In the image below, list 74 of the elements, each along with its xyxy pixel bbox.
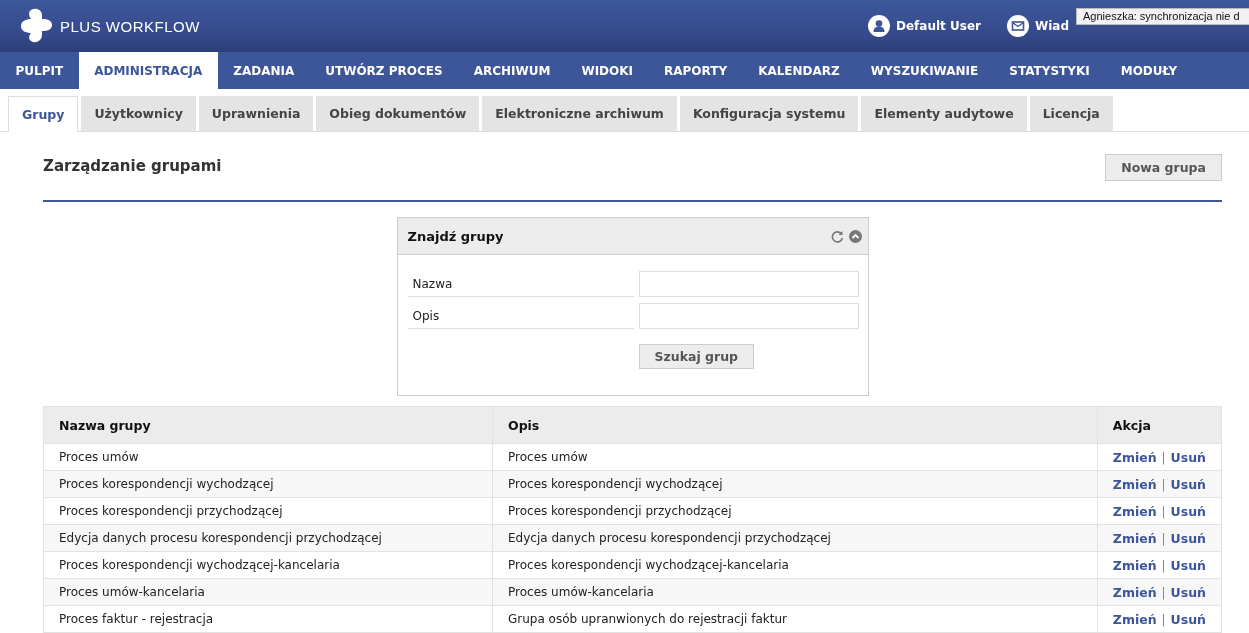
logo-text: PLUS WORKFLOW bbox=[60, 17, 200, 35]
delete-link[interactable]: Usuń bbox=[1170, 557, 1206, 573]
logo-icon bbox=[20, 8, 54, 44]
tab[interactable]: Elementy audytowe bbox=[861, 96, 1027, 131]
tab[interactable]: Konfiguracja systemu bbox=[679, 96, 859, 131]
delete-link[interactable]: Usuń bbox=[1170, 476, 1206, 492]
delete-link[interactable]: Usuń bbox=[1170, 449, 1206, 465]
table-cell: Proces korespondencji wychodzącej-kancelaria bbox=[43, 551, 493, 579]
table-cell: Proces korespondencji wychodzącej-kancelaria bbox=[492, 551, 1098, 579]
new-group-button[interactable]: Nowa grupa bbox=[1105, 153, 1222, 181]
menu-item[interactable]: RAPORTY bbox=[648, 52, 743, 89]
edit-link[interactable]: Zmień bbox=[1112, 611, 1157, 627]
separator: | bbox=[1161, 450, 1166, 465]
search-button[interactable]: Szukaj grup bbox=[638, 344, 755, 369]
column-header: Akcja bbox=[1097, 406, 1222, 444]
collapse-icon[interactable] bbox=[848, 229, 862, 243]
menu-item[interactable]: ARCHIWUM bbox=[458, 52, 566, 89]
table-cell: Edycja danych procesu korespondencji przychodzącej bbox=[492, 524, 1098, 552]
delete-link[interactable]: Usuń bbox=[1170, 584, 1206, 600]
table-cell: Proces korespondencji przychodzącej bbox=[492, 497, 1098, 525]
tab[interactable]: Użytkownicy bbox=[81, 96, 196, 131]
edit-link[interactable]: Zmień bbox=[1112, 503, 1157, 519]
tooltip: Agnieszka: synchronizacja nie d bbox=[1076, 8, 1249, 25]
table-cell: Edycja danych procesu korespondencji przychodzącej bbox=[43, 524, 493, 552]
menu-item[interactable]: WIDOKI bbox=[565, 52, 649, 89]
table-cell: Grupa osób upranwionych do rejestracji faktur bbox=[492, 605, 1098, 633]
table-cell: Proces umów bbox=[43, 443, 493, 471]
separator: | bbox=[1161, 477, 1166, 492]
menu-item[interactable]: ADMINISTRACJA bbox=[78, 52, 218, 89]
tab[interactable]: Obieg dokumentów bbox=[316, 96, 480, 131]
table-cell: Proces korespondencji wychodzącej bbox=[492, 470, 1098, 498]
table-cell: Proces korespondencji przychodzącej bbox=[43, 497, 493, 525]
edit-link[interactable]: Zmień bbox=[1112, 530, 1157, 546]
table-cell: Proces umów-kancelaria bbox=[492, 578, 1098, 606]
panel-title: Znajdź grupy bbox=[407, 228, 504, 244]
input-field[interactable] bbox=[638, 271, 859, 297]
delete-link[interactable]: Usuń bbox=[1170, 503, 1206, 519]
separator: | bbox=[1161, 585, 1166, 600]
separator: | bbox=[1161, 558, 1166, 573]
menu-item[interactable]: MODUŁY bbox=[1105, 52, 1193, 89]
user-link[interactable]: Default User bbox=[868, 15, 981, 37]
table-cell: Proces umów bbox=[492, 443, 1098, 471]
tab[interactable]: Elektroniczne archiwum bbox=[482, 96, 677, 131]
edit-link[interactable]: Zmień bbox=[1112, 557, 1157, 573]
column-header: Nazwa grupy bbox=[43, 406, 493, 444]
messages-link[interactable]: Wiad bbox=[1006, 15, 1069, 37]
field-label: Nazwa bbox=[407, 271, 634, 297]
envelope-icon bbox=[1006, 15, 1029, 37]
separator: | bbox=[1161, 612, 1166, 627]
refresh-icon[interactable] bbox=[830, 229, 844, 243]
delete-link[interactable]: Usuń bbox=[1170, 530, 1206, 546]
table-cell: Proces umów-kancelaria bbox=[43, 578, 493, 606]
table-cell: Proces korespondencji wychodzącej bbox=[43, 470, 493, 498]
field-label: Opis bbox=[407, 303, 634, 329]
edit-link[interactable]: Zmień bbox=[1112, 476, 1157, 492]
tab[interactable]: Grupy bbox=[8, 96, 79, 132]
edit-link[interactable]: Zmień bbox=[1112, 449, 1157, 465]
page-title: Zarządzanie grupami bbox=[43, 157, 222, 175]
menu-item[interactable]: PULPIT bbox=[0, 52, 79, 89]
column-header: Opis bbox=[492, 406, 1098, 444]
input-field[interactable] bbox=[638, 303, 859, 329]
separator: | bbox=[1161, 531, 1166, 546]
user-icon bbox=[868, 15, 890, 37]
menu-item[interactable]: UTWÓRZ PROCES bbox=[309, 52, 459, 89]
delete-link[interactable]: Usuń bbox=[1170, 611, 1206, 627]
edit-link[interactable]: Zmień bbox=[1112, 584, 1157, 600]
tab[interactable]: Licencja bbox=[1029, 96, 1113, 131]
menu-item[interactable]: STATYSTYKI bbox=[993, 52, 1106, 89]
menu-item[interactable]: WYSZUKIWANIE bbox=[855, 52, 994, 89]
table-cell: Proces faktur - rejestracja bbox=[43, 605, 493, 633]
menu-item[interactable]: KALENDARZ bbox=[742, 52, 856, 89]
menu-item[interactable]: ZADANIA bbox=[217, 52, 310, 89]
tab[interactable]: Uprawnienia bbox=[198, 96, 314, 131]
separator: | bbox=[1161, 504, 1166, 519]
